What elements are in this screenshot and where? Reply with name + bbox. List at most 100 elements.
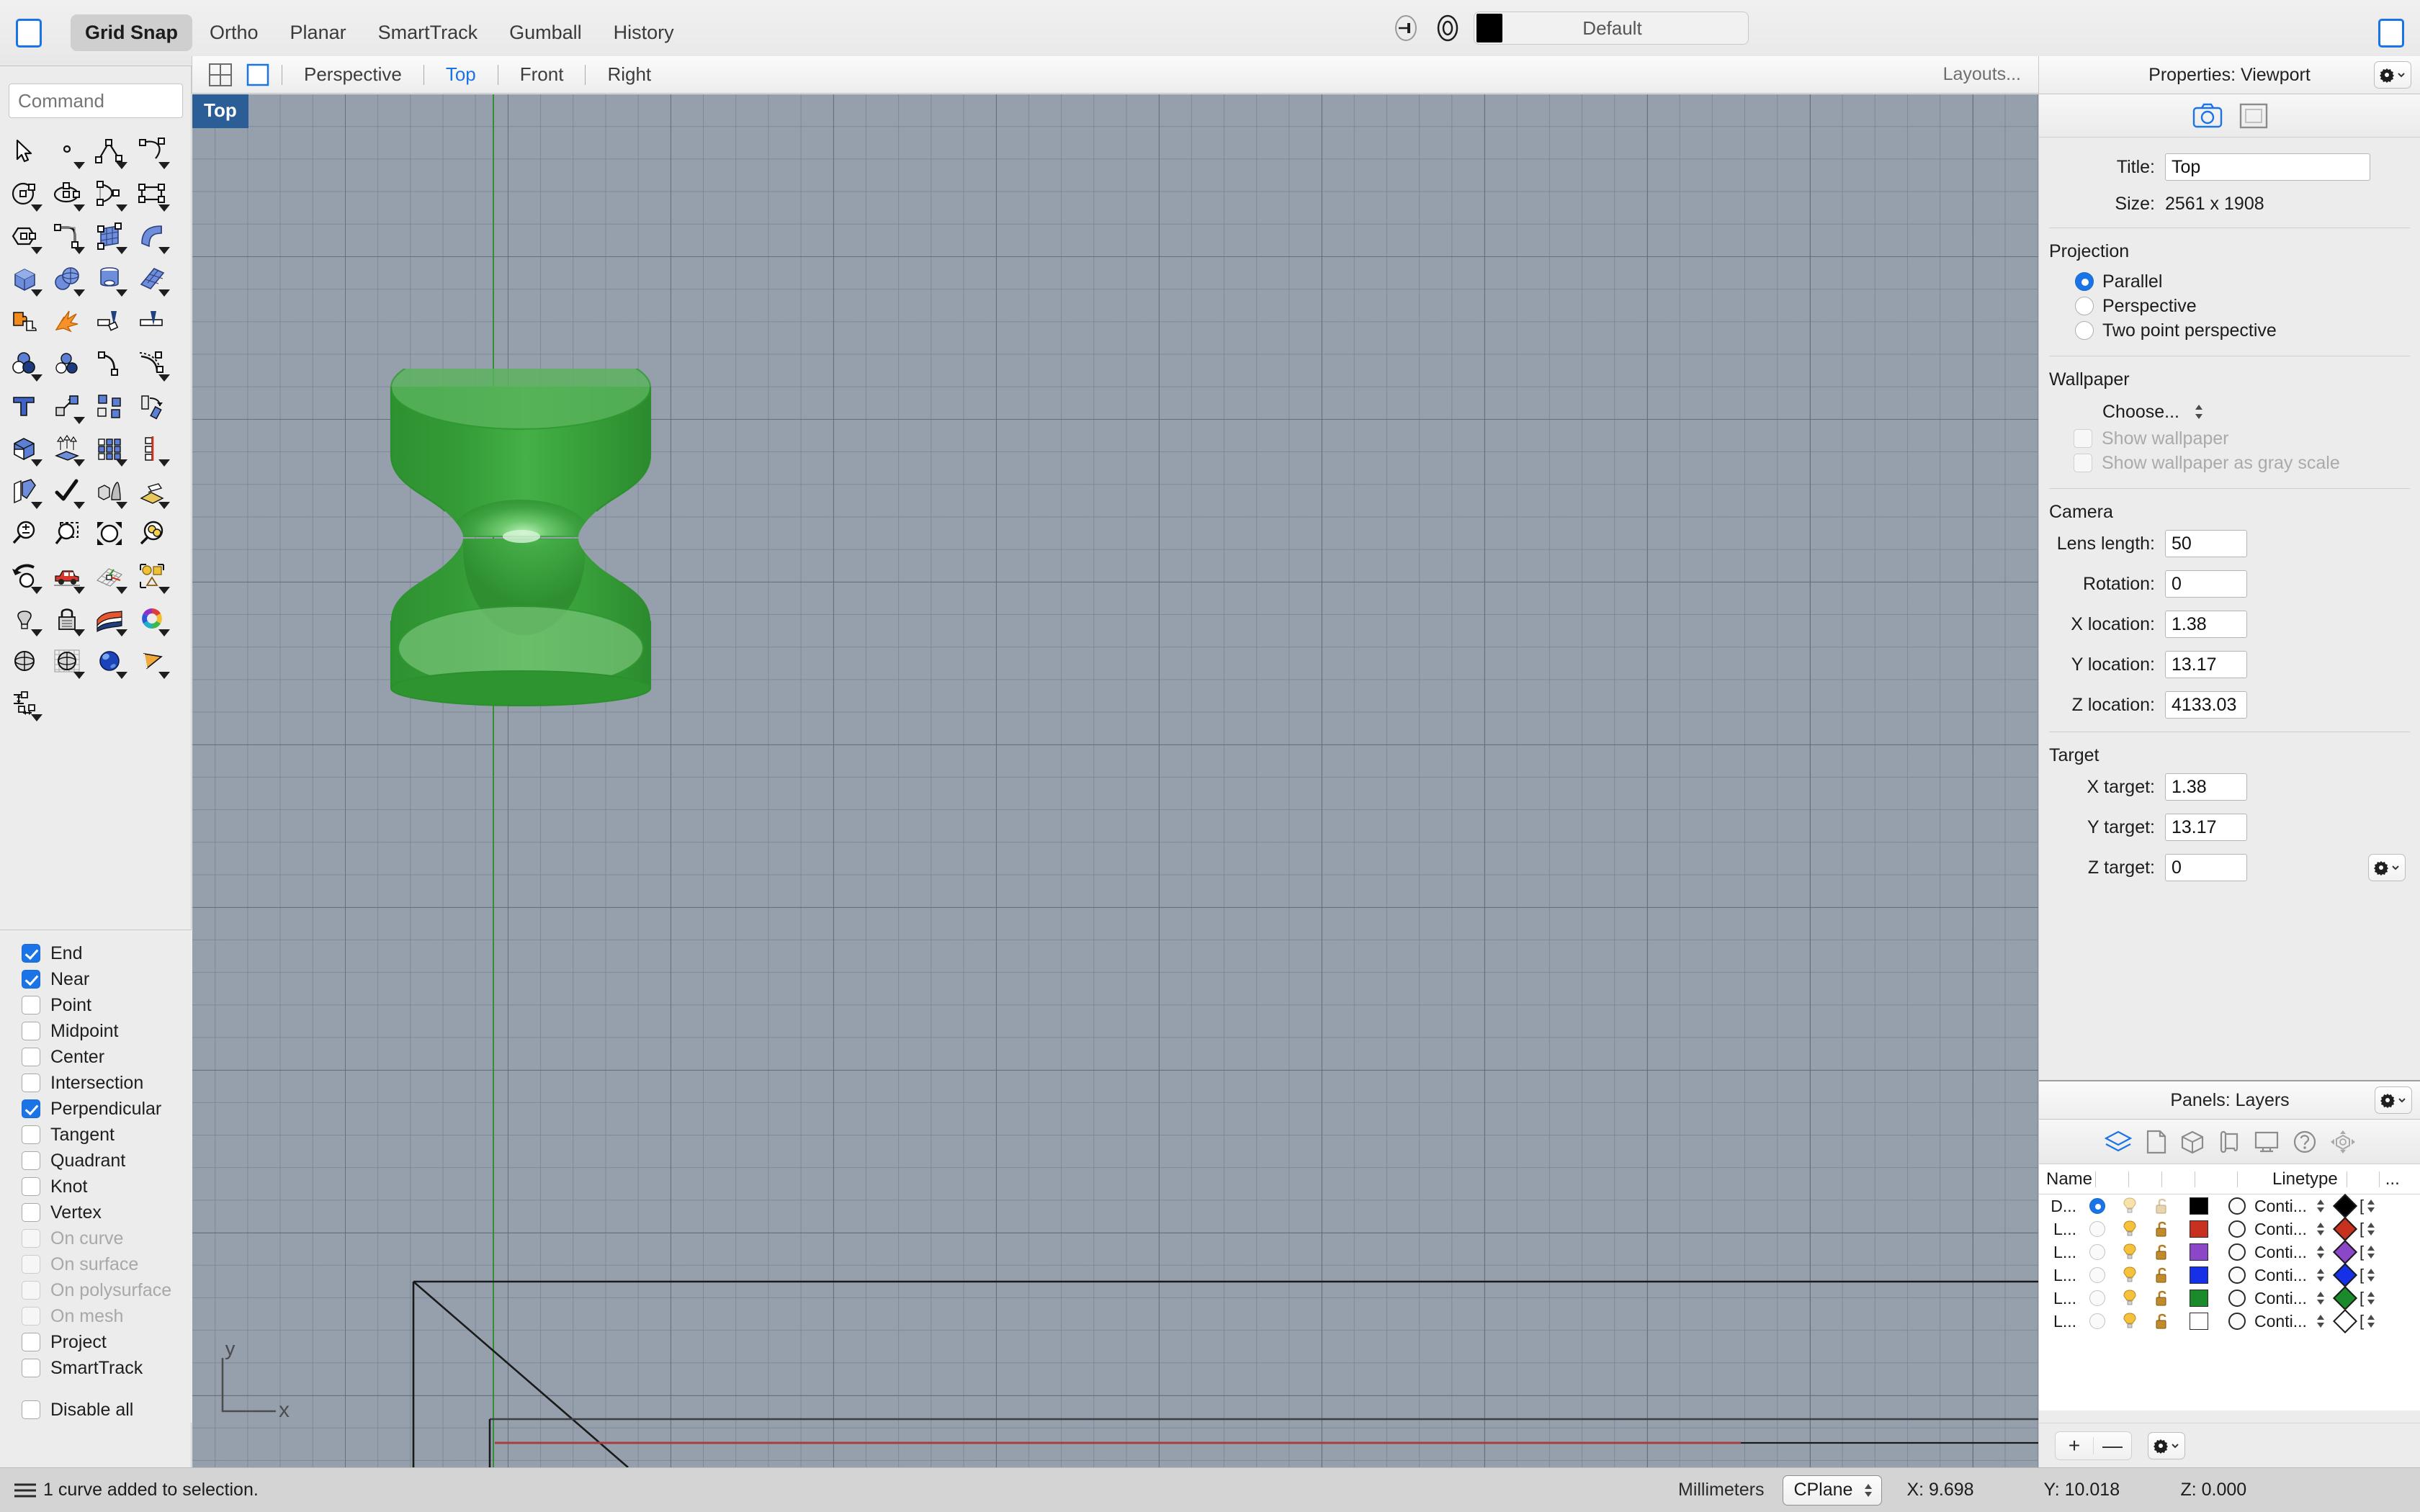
- tool-boolean-difference[interactable]: [3, 427, 45, 469]
- tool-zoom-extents[interactable]: [88, 512, 130, 554]
- layer-print-color-swatch[interactable]: [2333, 1217, 2357, 1241]
- tool-rotate[interactable]: [130, 384, 173, 427]
- layer-lock-toggle[interactable]: [2146, 1289, 2178, 1308]
- tool-explode[interactable]: [45, 300, 88, 342]
- osnap-item-intersection[interactable]: Intersection: [22, 1070, 192, 1096]
- osnap-checkbox[interactable]: [22, 1151, 40, 1170]
- chevron-down-icon[interactable]: [73, 417, 85, 424]
- linetype-stepper[interactable]: [2311, 1312, 2331, 1331]
- chevron-down-icon[interactable]: [31, 502, 42, 509]
- toggle-smarttrack[interactable]: SmartTrack: [364, 14, 493, 51]
- tool-zoom-previous[interactable]: [3, 554, 45, 597]
- layer-lock-toggle[interactable]: [2146, 1243, 2178, 1261]
- osnap-item-disable-all[interactable]: Disable all: [22, 1397, 192, 1423]
- stepper-arrows-icon[interactable]: [2365, 1266, 2377, 1284]
- chevron-down-icon[interactable]: [73, 587, 85, 594]
- tool-mesh-objects[interactable]: [88, 469, 130, 512]
- tool-surface-patch[interactable]: [88, 215, 130, 257]
- scroll-notes-icon[interactable]: [2218, 1130, 2241, 1154]
- chevron-down-icon[interactable]: [158, 587, 170, 594]
- navigation-cube-icon[interactable]: [2330, 1130, 2356, 1154]
- stepper-arrows-icon[interactable]: [2315, 1266, 2326, 1284]
- layer-previous-icon[interactable]: [1390, 12, 1422, 44]
- chevron-down-icon[interactable]: [73, 629, 85, 636]
- toggle-history[interactable]: History: [599, 14, 689, 51]
- z-location-input[interactable]: [2165, 691, 2247, 719]
- osnap-checkbox[interactable]: [22, 1125, 40, 1144]
- tool-rectangle[interactable]: [130, 172, 173, 215]
- unlock-icon[interactable]: [2153, 1220, 2172, 1238]
- layer-visibility-toggle[interactable]: [2113, 1289, 2146, 1308]
- linetype-stepper[interactable]: [2311, 1197, 2331, 1215]
- chevron-down-icon[interactable]: [31, 247, 42, 254]
- chevron-down-icon[interactable]: [31, 204, 42, 212]
- linetype-stepper[interactable]: [2311, 1220, 2331, 1238]
- tool-surface-grid[interactable]: [130, 257, 173, 300]
- layer-print-color-swatch[interactable]: [2333, 1194, 2357, 1218]
- unlock-icon[interactable]: [2153, 1266, 2172, 1284]
- stepper-arrows-icon[interactable]: [2315, 1197, 2326, 1215]
- tool-loft-surface[interactable]: [130, 215, 173, 257]
- current-layer-radio[interactable]: [2089, 1221, 2105, 1237]
- osnap-checkbox[interactable]: [22, 1074, 40, 1092]
- cplane-selector[interactable]: CPlane: [1783, 1475, 1883, 1506]
- layers-gear-button[interactable]: [2375, 1086, 2412, 1114]
- tool-polyline[interactable]: [88, 130, 130, 172]
- layer-material-icon[interactable]: [2228, 1243, 2246, 1261]
- chevron-down-icon[interactable]: [158, 289, 170, 297]
- cube-object-icon[interactable]: [2180, 1130, 2205, 1154]
- layer-lock-toggle[interactable]: [2146, 1197, 2178, 1215]
- y-target-input[interactable]: [2165, 814, 2247, 841]
- osnap-item-tangent[interactable]: Tangent: [22, 1122, 192, 1148]
- chevron-down-icon[interactable]: [116, 162, 127, 169]
- tool-text-object[interactable]: [3, 384, 45, 427]
- osnap-checkbox[interactable]: [22, 1022, 40, 1040]
- print-width-stepper[interactable]: [: [2360, 1289, 2377, 1308]
- osnap-item-perpendicular[interactable]: Perpendicular: [22, 1096, 192, 1122]
- tool-cplane[interactable]: [88, 554, 130, 597]
- osnap-checkbox[interactable]: [22, 1359, 40, 1377]
- wallpaper-choose-select[interactable]: Choose...: [2039, 397, 2420, 426]
- single-view-layout-icon[interactable]: [246, 63, 270, 87]
- osnap-checkbox[interactable]: [22, 1203, 40, 1222]
- light-bulb-icon[interactable]: [2120, 1220, 2139, 1238]
- print-width-stepper[interactable]: [: [2360, 1220, 2377, 1238]
- osnap-item-midpoint[interactable]: Midpoint: [22, 1018, 192, 1044]
- chevron-down-icon[interactable]: [73, 289, 85, 297]
- layer-color-swatch[interactable]: [2190, 1266, 2208, 1284]
- layer-visibility-toggle[interactable]: [2113, 1197, 2146, 1215]
- chevron-down-icon[interactable]: [73, 459, 85, 467]
- tool-copy[interactable]: [88, 384, 130, 427]
- viewport-tab-right[interactable]: Right: [597, 63, 661, 86]
- chevron-down-icon[interactable]: [158, 502, 170, 509]
- layer-linetype[interactable]: Conti...: [2254, 1197, 2311, 1216]
- tool-sphere-solid[interactable]: [45, 257, 88, 300]
- chevron-down-icon[interactable]: [31, 714, 42, 721]
- remove-layer-button[interactable]: —: [2094, 1432, 2131, 1459]
- osnap-checkbox[interactable]: [22, 1400, 40, 1419]
- osnap-item-center[interactable]: Center: [22, 1044, 192, 1070]
- radio-button[interactable]: [2075, 272, 2094, 291]
- layer-color-swatch[interactable]: [2190, 1313, 2208, 1330]
- layer-color-swatch[interactable]: [2190, 1290, 2208, 1307]
- tool-boolean-group[interactable]: [3, 342, 45, 384]
- layer-print-color-swatch[interactable]: [2333, 1309, 2357, 1333]
- light-bulb-icon[interactable]: [2120, 1289, 2139, 1308]
- layer-lock-toggle[interactable]: [2146, 1312, 2178, 1331]
- chevron-down-icon[interactable]: [31, 374, 42, 382]
- document-page-icon[interactable]: [2146, 1130, 2167, 1154]
- tool-pick-point[interactable]: [130, 469, 173, 512]
- layer-visibility-toggle[interactable]: [2113, 1266, 2146, 1284]
- tool-color-wheel[interactable]: [130, 597, 173, 639]
- tool-arc[interactable]: [88, 172, 130, 215]
- stepper-arrows-icon[interactable]: [2365, 1220, 2377, 1238]
- layer-color-swatch[interactable]: [2190, 1220, 2208, 1238]
- chevron-down-icon[interactable]: [73, 502, 85, 509]
- viewport-top[interactable]: Top y x: [192, 94, 2038, 1467]
- current-layer-color-swatch[interactable]: [1476, 14, 1502, 42]
- layer-material-icon[interactable]: [2228, 1313, 2246, 1330]
- status-menu-icon[interactable]: [13, 1481, 37, 1500]
- chevron-down-icon[interactable]: [116, 204, 127, 212]
- tool-fillet[interactable]: [45, 215, 88, 257]
- tool-display-wireframe[interactable]: [3, 639, 45, 682]
